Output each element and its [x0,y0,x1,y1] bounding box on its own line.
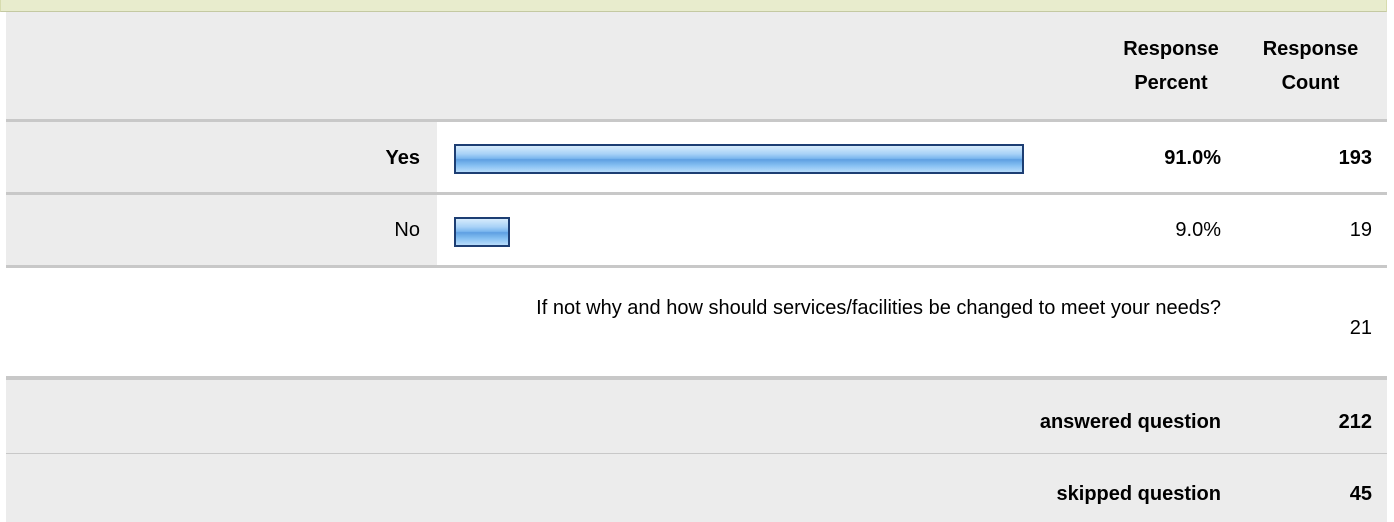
response-count-header: Response Count [1262,38,1359,94]
answer-label: No [394,219,420,241]
table-header-row: Response Percent Response Count [6,12,1387,119]
skipped-question-value: 45 [1349,483,1372,505]
answered-question-value: 212 [1338,411,1372,433]
bar-no [454,217,510,247]
skipped-question-label: skipped question [1056,483,1221,505]
open-ended-question[interactable]: If not why and how should services/facil… [106,297,1221,320]
table-row: Yes 91.0% 193 [6,119,1387,195]
skipped-row: skipped question 45 [6,453,1387,522]
question-header-strip [0,0,1387,12]
bar-yes [454,144,1024,174]
answer-label: Yes [385,147,420,169]
response-count: 193 [1338,147,1372,169]
open-ended-count[interactable]: 21 [1236,317,1372,340]
open-ended-row: If not why and how should services/facil… [6,265,1387,379]
response-percent: 9.0% [1175,219,1221,241]
response-percent: 91.0% [1164,147,1221,169]
answered-row: answered question 212 [6,376,1387,454]
response-count: 19 [1349,219,1372,241]
table-row: No 9.0% 19 [6,192,1387,267]
response-percent-header: Response Percent [1123,38,1219,94]
answered-question-label: answered question [1039,411,1221,433]
